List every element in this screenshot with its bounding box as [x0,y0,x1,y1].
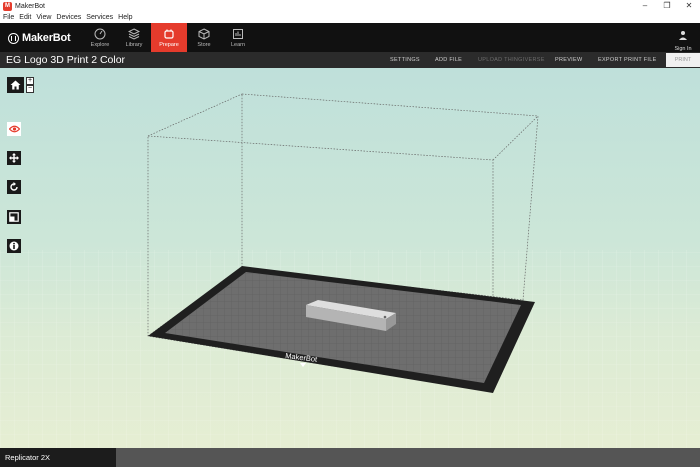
menu-view[interactable]: View [36,14,51,21]
build-scene: MakerBot [0,93,700,448]
tab-explore-label: Explore [90,42,110,48]
tab-learn-label: Learn [230,42,246,48]
info-tool-button[interactable] [7,239,21,253]
view-icon [8,125,20,133]
machine-selector[interactable]: Replicator 2X [0,448,116,467]
maximize-button[interactable]: ❐ [656,0,678,12]
signin-button[interactable]: Sign In [672,27,694,52]
menu-file[interactable]: File [3,14,14,21]
library-icon [128,28,140,40]
export-print-file-button[interactable]: EXPORT PRINT FILE [598,57,657,63]
menu-services[interactable]: Services [86,14,113,21]
project-toolbar: EG Logo 3D Print 2 Color SETTINGS ADD FI… [0,52,700,68]
zoom-out-button[interactable]: − [26,85,34,93]
makerbot-app-icon: M [3,1,12,11]
status-bar: Replicator 2X [0,448,700,467]
menu-devices[interactable]: Devices [56,14,81,21]
main-nav: MakerBot Explore Library Prepare Store L… [0,23,700,52]
view-tool-button[interactable] [7,122,21,136]
logo-text: MakerBot [22,32,71,44]
prepare-icon [164,29,174,39]
home-view-button[interactable] [7,77,24,93]
tab-library[interactable]: Library [116,23,152,52]
title-bar: M MakerBot – ❐ ✕ [0,0,700,12]
settings-button[interactable]: SETTINGS [390,57,420,63]
makerbot-logo: MakerBot [8,32,71,44]
rotate-icon [10,182,18,191]
info-icon [9,241,19,251]
tab-store-label: Store [197,42,211,48]
close-button[interactable]: ✕ [678,0,700,12]
window-controls: – ❐ ✕ [634,0,700,12]
makerbot-logo-icon [8,32,19,44]
scale-icon [9,212,19,222]
tab-store[interactable]: Store [186,23,222,52]
home-icon [10,80,21,90]
rotate-tool-button[interactable] [7,180,21,194]
window-title: MakerBot [15,2,45,10]
tab-learn[interactable]: Learn [220,23,256,52]
3d-viewport[interactable]: MakerBot + − [0,68,700,448]
tab-prepare[interactable]: Prepare [151,23,187,52]
upload-thingiverse-button[interactable]: UPLOAD THINGIVERSE [478,57,545,63]
tab-library-label: Library [125,42,143,48]
print-button[interactable]: PRINT [666,53,700,67]
tab-explore[interactable]: Explore [82,23,118,52]
zoom-in-button[interactable]: + [26,77,34,85]
tab-prepare-label: Prepare [159,42,179,48]
preview-button[interactable]: PREVIEW [555,57,582,63]
minimize-button[interactable]: – [634,0,656,12]
add-file-button[interactable]: ADD FILE [435,57,462,63]
compass-icon [94,28,106,40]
move-tool-button[interactable] [7,151,21,165]
menu-help[interactable]: Help [118,14,132,21]
move-icon [9,153,19,163]
menu-edit[interactable]: Edit [19,14,31,21]
learn-icon [233,29,243,39]
scale-tool-button[interactable] [7,210,21,224]
user-icon [679,31,687,40]
menu-bar: File Edit View Devices Services Help [0,12,700,23]
project-title[interactable]: EG Logo 3D Print 2 Color [6,54,125,66]
store-icon [198,28,210,40]
